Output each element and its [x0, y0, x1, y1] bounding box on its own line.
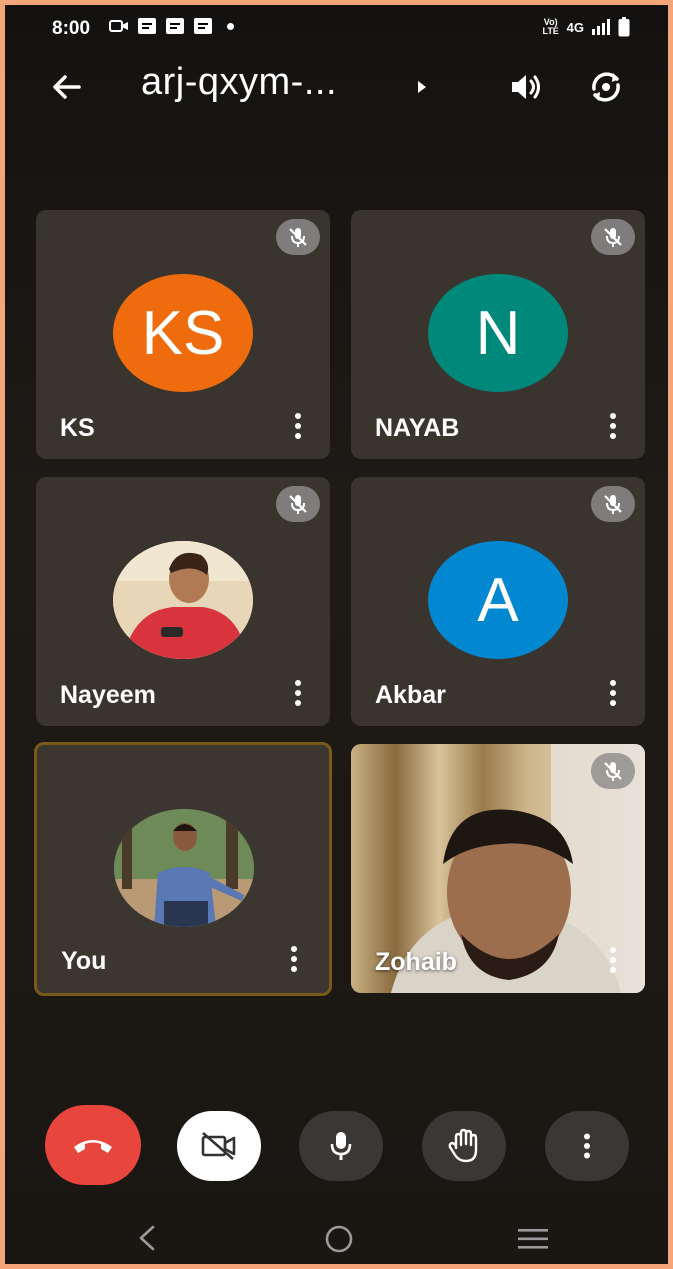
speaker-icon[interactable] [507, 68, 545, 106]
status-bar: 8:00 Vo) LTE 4G [5, 5, 668, 47]
raise-hand-icon [448, 1128, 478, 1163]
participant-name: Nayeem [60, 681, 156, 709]
mic-muted-icon [289, 495, 307, 514]
signal-icon [592, 19, 610, 35]
nav-recents-icon[interactable] [516, 1227, 550, 1251]
muted-badge [276, 219, 320, 255]
message-notification-icon [166, 18, 184, 34]
participant-tile-ks[interactable]: KS KS [36, 210, 330, 459]
battery-icon [618, 17, 630, 37]
raise-hand-button[interactable] [422, 1111, 506, 1181]
message-notification-icon [138, 18, 156, 34]
more-vert-icon[interactable] [609, 413, 617, 439]
notification-icons [109, 17, 234, 35]
volte-indicator: Vo) LTE [542, 17, 559, 36]
call-controls [5, 1105, 668, 1189]
more-vert-icon[interactable] [294, 680, 302, 706]
nav-home-icon[interactable] [324, 1224, 354, 1254]
mic-muted-icon [289, 228, 307, 247]
participant-name: Zohaib [375, 948, 457, 976]
network-type: 4G [566, 19, 584, 35]
avatar-initials: N [475, 298, 521, 368]
avatar: N [428, 274, 568, 392]
end-call-icon [74, 1140, 112, 1153]
more-options-icon [584, 1133, 590, 1159]
person-photo [113, 541, 253, 659]
avatar-photo [114, 809, 254, 927]
system-nav-bar [5, 1203, 668, 1264]
participant-name: Akbar [375, 681, 446, 709]
more-vert-icon[interactable] [290, 946, 298, 972]
caret-right-icon[interactable] [415, 77, 429, 97]
participant-tile-zohaib[interactable]: Zohaib [351, 744, 645, 993]
meet-screen: 8:00 Vo) LTE 4G arj-qxym-... KS KS N NAY… [5, 5, 668, 1264]
microphone-button[interactable] [299, 1111, 383, 1181]
back-arrow-icon[interactable] [49, 69, 85, 105]
end-call-button[interactable] [45, 1105, 141, 1185]
participant-tile-nayeem[interactable]: Nayeem [36, 477, 330, 726]
status-right: Vo) LTE 4G [542, 17, 630, 37]
nav-back-icon[interactable] [135, 1223, 159, 1253]
muted-badge [591, 486, 635, 522]
participant-tile-akbar[interactable]: A Akbar [351, 477, 645, 726]
muted-badge [591, 219, 635, 255]
avatar-photo [113, 541, 253, 659]
avatar-initials: A [477, 565, 519, 635]
muted-badge [591, 753, 635, 789]
avatar-initials: KS [141, 298, 225, 368]
mic-muted-icon [604, 762, 622, 781]
switch-camera-icon[interactable] [586, 67, 626, 107]
more-vert-icon[interactable] [294, 413, 302, 439]
more-vert-icon[interactable] [609, 680, 617, 706]
more-vert-icon[interactable] [609, 947, 617, 973]
avatar: A [428, 541, 568, 659]
person-photo [114, 809, 254, 927]
message-notification-icon [194, 18, 212, 34]
more-options-button[interactable] [545, 1111, 629, 1181]
meeting-code[interactable]: arj-qxym-... [141, 61, 337, 104]
participant-tile-you[interactable]: You [34, 742, 332, 996]
participant-tile-nayab[interactable]: N NAYAB [351, 210, 645, 459]
video-notification-icon [109, 20, 128, 32]
participant-name: NAYAB [375, 414, 460, 442]
mic-icon [330, 1132, 352, 1160]
muted-badge [276, 486, 320, 522]
mic-muted-icon [604, 228, 622, 247]
participant-name: KS [60, 414, 95, 442]
more-notifications-dot [227, 22, 234, 30]
mic-muted-icon [604, 495, 622, 514]
call-header: arj-qxym-... [5, 55, 668, 121]
status-time: 8:00 [52, 18, 91, 39]
camera-toggle-button[interactable] [177, 1111, 261, 1181]
participant-name: You [61, 947, 107, 975]
avatar: KS [113, 274, 253, 392]
camera-off-icon [201, 1132, 236, 1160]
